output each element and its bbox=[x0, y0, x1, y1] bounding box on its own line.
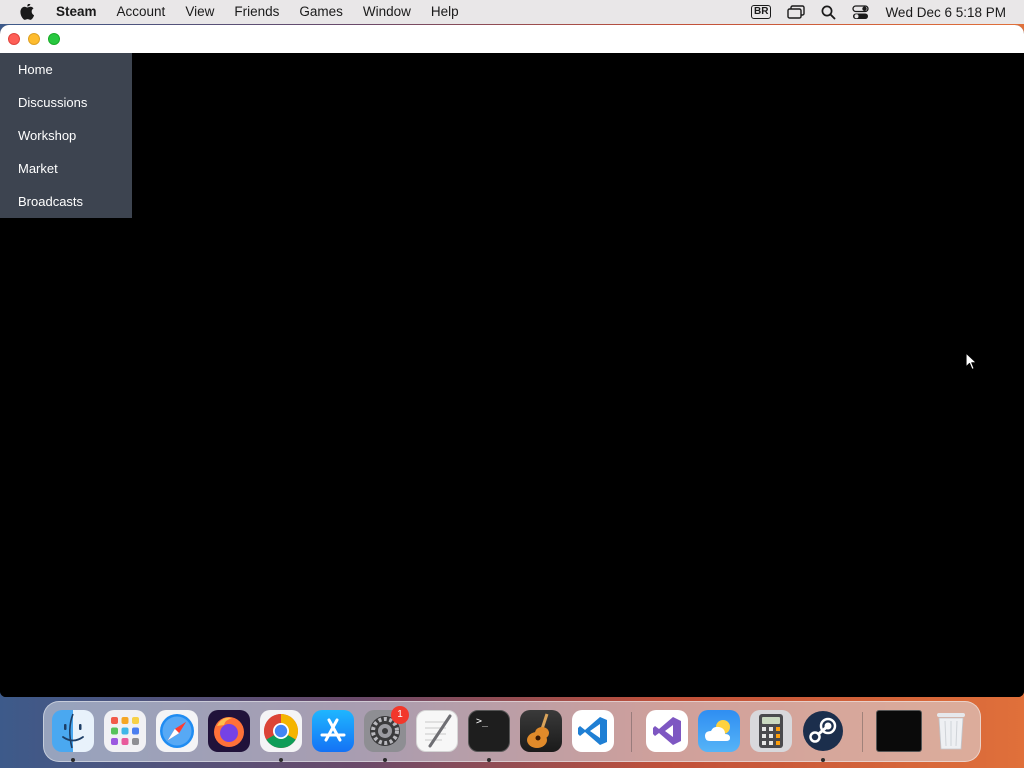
apple-logo-icon[interactable] bbox=[19, 3, 35, 20]
weather-icon[interactable] bbox=[698, 710, 740, 752]
launchpad-icon[interactable] bbox=[104, 710, 146, 752]
mouse-pointer-icon bbox=[965, 352, 978, 376]
chrome-icon[interactable] bbox=[260, 710, 302, 752]
menu-games[interactable]: Games bbox=[289, 0, 353, 24]
vscode-icon[interactable] bbox=[572, 710, 614, 752]
zoom-window-button[interactable] bbox=[48, 33, 60, 45]
menu-app-steam[interactable]: Steam bbox=[48, 0, 107, 24]
menu-item-market[interactable]: Market bbox=[0, 152, 132, 185]
menu-item-discussions[interactable]: Discussions bbox=[0, 86, 132, 119]
minimized-window-thumbnail[interactable] bbox=[876, 710, 922, 752]
running-indicator bbox=[71, 758, 75, 762]
finder-icon[interactable] bbox=[52, 710, 94, 752]
running-indicator bbox=[279, 758, 283, 762]
menu-item-home[interactable]: Home bbox=[0, 53, 132, 86]
dock-divider bbox=[631, 712, 632, 752]
menu-help[interactable]: Help bbox=[421, 0, 469, 24]
garageband-icon[interactable] bbox=[520, 710, 562, 752]
menu-window[interactable]: Window bbox=[353, 0, 421, 24]
menu-account[interactable]: Account bbox=[107, 0, 176, 24]
screen-mirroring-icon[interactable] bbox=[787, 5, 806, 19]
steam-window: Home Discussions Workshop Market Broadca… bbox=[0, 25, 1024, 697]
dock: 1 >_ bbox=[43, 701, 981, 762]
terminal-icon[interactable]: >_ bbox=[468, 710, 510, 752]
spotlight-search-icon[interactable] bbox=[821, 5, 836, 20]
steam-icon[interactable] bbox=[802, 710, 844, 752]
safari-icon[interactable] bbox=[156, 710, 198, 752]
control-center-icon[interactable] bbox=[852, 4, 870, 20]
app-store-icon[interactable] bbox=[312, 710, 354, 752]
input-source-label: BR bbox=[750, 5, 772, 19]
menu-item-broadcasts[interactable]: Broadcasts bbox=[0, 185, 132, 218]
running-indicator bbox=[487, 758, 491, 762]
menubar-clock[interactable]: Wed Dec 6 5:18 PM bbox=[885, 5, 1006, 20]
terminal-prompt-glyph: >_ bbox=[476, 716, 489, 727]
dock-divider bbox=[862, 712, 863, 752]
textedit-icon[interactable] bbox=[416, 710, 458, 752]
community-dropdown-menu: Home Discussions Workshop Market Broadca… bbox=[0, 53, 132, 218]
status-area: BR Wed Dec 6 5:18 PM bbox=[743, 0, 1024, 24]
running-indicator bbox=[383, 758, 387, 762]
menu-view[interactable]: View bbox=[175, 0, 224, 24]
menu-item-workshop[interactable]: Workshop bbox=[0, 119, 132, 152]
notification-badge: 1 bbox=[391, 706, 409, 724]
minimize-window-button[interactable] bbox=[28, 33, 40, 45]
calculator-icon[interactable] bbox=[750, 710, 792, 752]
window-titlebar[interactable] bbox=[0, 25, 1024, 53]
firefox-icon[interactable] bbox=[208, 710, 250, 752]
window-content: Home Discussions Workshop Market Broadca… bbox=[0, 53, 1024, 697]
input-source-indicator[interactable]: BR bbox=[750, 5, 772, 19]
visual-studio-icon[interactable] bbox=[646, 710, 688, 752]
menu-bar: Steam Account View Friends Games Window … bbox=[0, 0, 1024, 24]
trash-icon[interactable] bbox=[930, 710, 972, 752]
close-window-button[interactable] bbox=[8, 33, 20, 45]
menu-friends[interactable]: Friends bbox=[224, 0, 289, 24]
running-indicator bbox=[821, 758, 825, 762]
